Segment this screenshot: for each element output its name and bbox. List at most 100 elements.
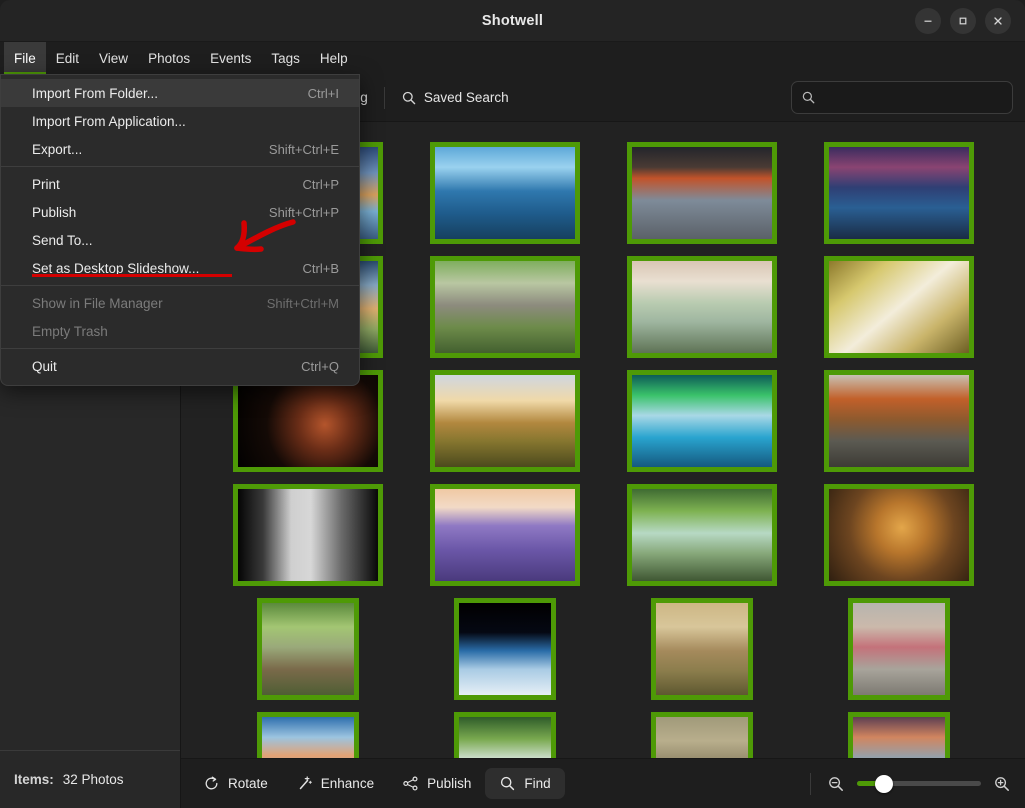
forest-boardwalk-creek	[261, 603, 354, 695]
photo-thumbnail[interactable]	[429, 142, 580, 244]
photo-thumbnail[interactable]	[256, 598, 359, 700]
forest-waterfall-stream	[631, 489, 772, 581]
menu-file-label: File	[14, 50, 36, 66]
earth-from-space-moon	[458, 603, 551, 695]
menu-photos[interactable]: Photos	[138, 42, 200, 74]
file-menu-item-label: Set as Desktop Slideshow...	[32, 260, 200, 276]
file-menu-item-accelerator: Shift+Ctrl+M	[266, 295, 339, 311]
file-menu-item-label: Send To...	[32, 232, 93, 248]
photo-thumbnail[interactable]	[847, 598, 950, 700]
japanese-autumn-garden	[828, 375, 969, 467]
publish-button[interactable]: Publish	[388, 768, 485, 799]
menu-photos-label: Photos	[148, 50, 191, 66]
zoom-slider-handle[interactable]	[875, 774, 894, 793]
file-menu-separator	[1, 285, 359, 286]
status-bar: Items: 32 Photos	[0, 750, 180, 808]
santorini-coast-sunset	[261, 717, 354, 758]
photo-cell	[209, 706, 406, 758]
window-controls	[915, 7, 1025, 34]
photo-thumbnail[interactable]	[626, 484, 777, 586]
moon-phases	[237, 489, 378, 581]
file-menu-item-label: Publish	[32, 204, 77, 220]
photo-cell	[800, 250, 997, 364]
file-menu-item-empty-trash: Empty Trash	[1, 317, 359, 345]
mars-planet-surface	[237, 375, 378, 467]
koala-on-tree	[434, 261, 575, 353]
menu-events[interactable]: Events	[200, 42, 261, 74]
zoom-in-icon[interactable]	[993, 775, 1011, 793]
photo-cell	[209, 478, 406, 592]
photo-thumbnail[interactable]	[650, 712, 753, 758]
photo-thumbnail[interactable]	[429, 484, 580, 586]
menu-help-label: Help	[319, 50, 348, 66]
menu-bar: File Edit View Photos Events Tags Help	[0, 42, 1025, 74]
file-menu-item-accelerator: Shift+Ctrl+E	[268, 141, 339, 157]
photo-cell	[406, 364, 603, 478]
file-menu-item-accelerator: Ctrl+P	[302, 176, 339, 192]
photo-cell	[406, 706, 603, 758]
white-dandelion-macro	[828, 261, 969, 353]
squirrel-on-branch	[655, 717, 748, 758]
file-menu-item-set-as-desktop-slideshow[interactable]: Set as Desktop Slideshow... Ctrl+B	[1, 254, 359, 282]
photo-thumbnail[interactable]	[650, 598, 753, 700]
file-menu-item-import-from-application[interactable]: Import From Application...	[1, 107, 359, 135]
emerald-bay-lake	[434, 147, 575, 239]
photo-thumbnail[interactable]	[232, 484, 383, 586]
aurora-waterfall	[631, 375, 772, 467]
menu-file[interactable]: File	[4, 42, 46, 74]
menu-tags[interactable]: Tags	[261, 42, 310, 74]
menu-edit-label: Edit	[55, 50, 80, 66]
photo-cell	[800, 136, 997, 250]
photo-thumbnail[interactable]	[823, 484, 974, 586]
photo-thumbnail[interactable]	[453, 598, 556, 700]
menu-edit[interactable]: Edit	[46, 42, 89, 74]
search-box[interactable]	[791, 81, 1013, 114]
photo-cell	[406, 136, 603, 250]
rotate-label: Rotate	[228, 776, 268, 791]
squirrels-on-log	[655, 603, 748, 695]
photo-thumbnail[interactable]	[256, 712, 359, 758]
find-button[interactable]: Find	[485, 768, 565, 799]
file-menu-item-quit[interactable]: Quit Ctrl+Q	[1, 352, 359, 380]
photo-thumbnail[interactable]	[429, 256, 580, 358]
photo-thumbnail[interactable]	[823, 142, 974, 244]
photo-cell	[800, 478, 997, 592]
file-menu-separator	[1, 166, 359, 167]
zoom-out-icon[interactable]	[827, 775, 845, 793]
snow-mountain-red-sun	[631, 147, 772, 239]
file-menu-item-send-to[interactable]: Send To...	[1, 226, 359, 254]
photo-thumbnail[interactable]	[453, 712, 556, 758]
photo-thumbnail[interactable]	[626, 256, 777, 358]
enhance-button[interactable]: Enhance	[282, 768, 388, 799]
file-menu-item-label: Quit	[32, 358, 57, 374]
file-menu-item-accelerator: Ctrl+Q	[301, 358, 339, 374]
photo-thumbnail[interactable]	[626, 370, 777, 472]
file-menu-item-publish[interactable]: Publish Shift+Ctrl+P	[1, 198, 359, 226]
search-input[interactable]	[823, 90, 1003, 105]
filter-saved-search-button[interactable]: Saved Search	[387, 84, 523, 112]
close-button[interactable]	[985, 7, 1011, 34]
photo-thumbnail[interactable]	[429, 370, 580, 472]
maximize-button[interactable]	[950, 7, 976, 34]
city-river-sunrise	[631, 261, 772, 353]
publish-label: Publish	[427, 776, 472, 791]
photo-thumbnail[interactable]	[823, 256, 974, 358]
menu-tags-label: Tags	[271, 50, 300, 66]
file-menu-item-export[interactable]: Export... Shift+Ctrl+E	[1, 135, 359, 163]
items-count: 32 Photos	[62, 772, 124, 787]
minimize-button[interactable]	[915, 7, 941, 34]
photo-thumbnail[interactable]	[847, 712, 950, 758]
menu-view[interactable]: View	[89, 42, 138, 74]
file-menu-item-import-from-folder[interactable]: Import From Folder... Ctrl+I	[1, 79, 359, 107]
zoom-slider[interactable]	[857, 774, 981, 793]
file-menu-item-accelerator: Shift+Ctrl+P	[268, 204, 339, 220]
rotate-button[interactable]: Rotate	[189, 768, 282, 799]
menu-help[interactable]: Help	[310, 42, 358, 74]
photo-thumbnail[interactable]	[626, 142, 777, 244]
file-menu-item-print[interactable]: Print Ctrl+P	[1, 170, 359, 198]
shotwell-window: Shotwell File Edit View Photos Events Ta…	[0, 0, 1025, 808]
title-bar: Shotwell	[0, 0, 1025, 42]
photo-thumbnail[interactable]	[823, 370, 974, 472]
photo-cell	[603, 592, 800, 706]
zoom-controls	[806, 772, 1011, 795]
